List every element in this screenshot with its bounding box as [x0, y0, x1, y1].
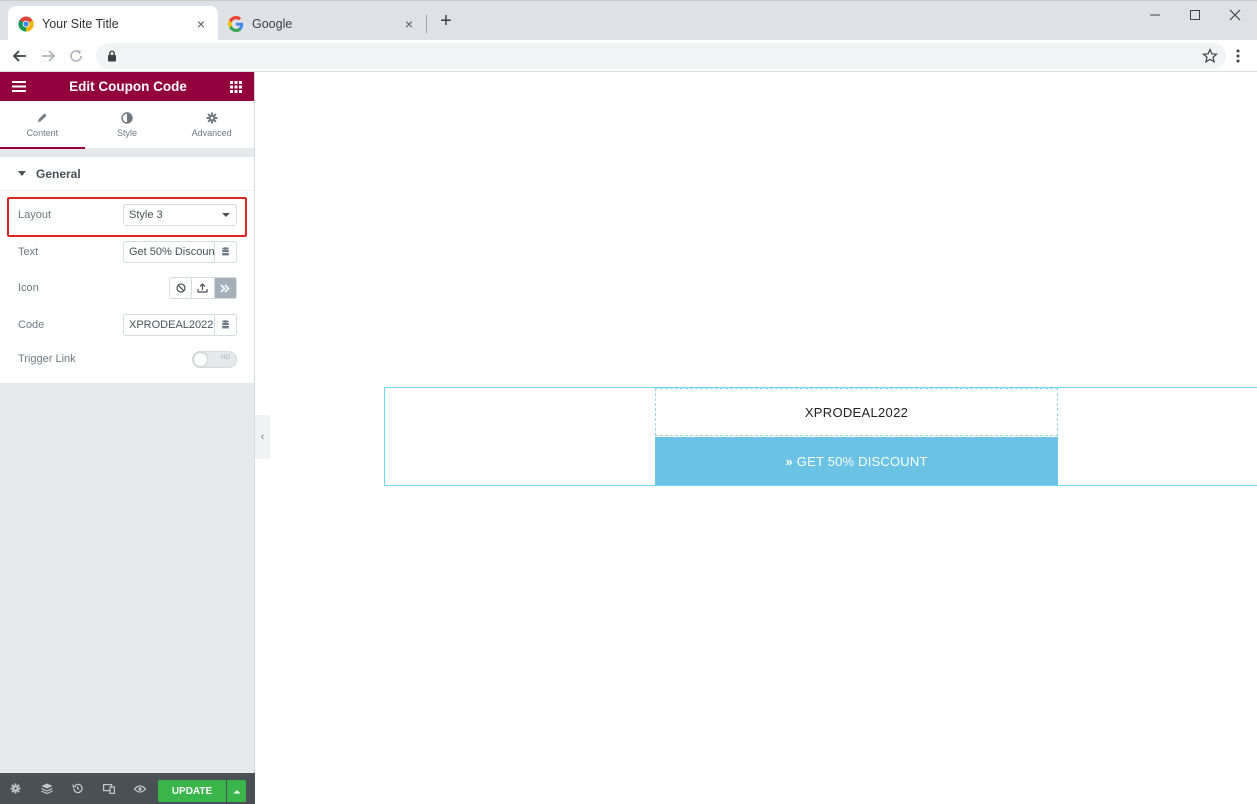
- no-icon-option[interactable]: [170, 278, 193, 299]
- text-input[interactable]: Get 50% Discount: [123, 240, 237, 263]
- input-value: Get 50% Discount: [129, 245, 214, 258]
- control-label: Icon: [18, 282, 39, 295]
- control-trigger-link: Trigger Link NO: [0, 343, 254, 375]
- update-button[interactable]: UPDATE: [158, 780, 226, 802]
- browser-toolbar: [0, 40, 1257, 72]
- icon-chooser: [169, 277, 237, 300]
- ban-icon: [176, 283, 186, 293]
- control-label: Layout: [18, 209, 52, 222]
- icon-library-option[interactable]: [214, 278, 236, 299]
- dynamic-tags-icon[interactable]: [214, 241, 236, 262]
- lock-icon: [108, 50, 116, 62]
- dropdown-arrow-icon: [222, 213, 230, 218]
- chevron-double-right-icon: [220, 284, 230, 293]
- coupon-reveal-button[interactable]: » GET 50% DISCOUNT: [655, 437, 1058, 485]
- control-label: Text: [18, 245, 39, 258]
- history-icon[interactable]: [62, 773, 93, 804]
- tab-content[interactable]: Content: [0, 101, 85, 149]
- control-label: Trigger Link: [18, 353, 76, 365]
- address-bar[interactable]: [96, 43, 1226, 69]
- select-value: Style 3: [129, 209, 163, 222]
- collapse-panel-handle[interactable]: ‹: [255, 415, 270, 459]
- panel-footer: UPDATE: [0, 773, 255, 804]
- general-section: General Layout Style 3 Text Get 50% Disc…: [0, 157, 254, 383]
- pencil-icon: [38, 113, 47, 122]
- preview-eye-icon[interactable]: [124, 773, 155, 804]
- section-toggle-general[interactable]: General: [0, 157, 254, 191]
- caret-down-icon: [18, 171, 26, 176]
- back-arrow-icon[interactable]: [10, 46, 30, 66]
- close-window-icon[interactable]: [1226, 7, 1244, 23]
- google-icon: [228, 15, 244, 32]
- toggle-label: NO: [221, 354, 230, 361]
- tab-title: Google: [252, 16, 293, 31]
- coupon-button-label: GET 50% DISCOUNT: [796, 453, 928, 469]
- navigator-layers-icon[interactable]: [31, 773, 62, 804]
- control-label: Code: [18, 318, 45, 331]
- tab-style[interactable]: Style: [85, 101, 170, 148]
- control-layout: Layout Style 3: [0, 197, 254, 234]
- control-text: Text Get 50% Discount: [0, 234, 254, 271]
- editor-panel: Edit Coupon Code Content Style Advanced: [0, 72, 255, 804]
- settings-gear-icon[interactable]: [0, 773, 31, 804]
- control-code: Code XPRODEAL2022: [0, 307, 254, 344]
- tab-label: Style: [117, 127, 138, 138]
- control-icon: Icon: [0, 270, 254, 307]
- tab-close-icon[interactable]: ×: [194, 16, 208, 32]
- panel-gap: [0, 149, 254, 157]
- tab-close-icon[interactable]: ×: [402, 16, 416, 32]
- widgets-grid-icon[interactable]: [229, 80, 242, 93]
- input-value: XPRODEAL2022: [129, 318, 214, 331]
- maximize-icon[interactable]: [1186, 7, 1204, 23]
- section-title: General: [36, 166, 81, 181]
- reload-icon[interactable]: [66, 46, 86, 66]
- tab-label: Content: [26, 127, 59, 138]
- chevron-double-right-icon: »: [785, 453, 793, 469]
- save-options-caret-icon[interactable]: [227, 780, 246, 802]
- responsive-mode-icon[interactable]: [93, 773, 124, 804]
- browser-tabstrip: Your Site Title × Google × +: [0, 0, 1257, 41]
- upload-icon: [197, 283, 209, 293]
- tab-separator: [426, 15, 427, 33]
- tab-label: Advanced: [191, 127, 232, 138]
- panel-header: Edit Coupon Code: [0, 72, 254, 101]
- new-tab-button[interactable]: +: [436, 11, 456, 31]
- panel-title: Edit Coupon Code: [69, 79, 187, 94]
- tab-advanced[interactable]: Advanced: [169, 101, 254, 148]
- minimize-icon[interactable]: [1146, 7, 1164, 23]
- coupon-code-box[interactable]: XPRODEAL2022: [655, 388, 1058, 436]
- hamburger-menu-icon[interactable]: [12, 81, 26, 92]
- gear-icon: [206, 112, 218, 123]
- panel-tabs: Content Style Advanced: [0, 101, 254, 149]
- tab-title: Your Site Title: [42, 16, 119, 31]
- forward-arrow-icon[interactable]: [38, 46, 58, 66]
- trigger-link-toggle[interactable]: NO: [192, 350, 237, 368]
- tab-your-site-title[interactable]: Your Site Title ×: [8, 6, 218, 41]
- toggle-knob: [194, 352, 207, 366]
- dynamic-tags-icon[interactable]: [214, 314, 236, 335]
- tab-google[interactable]: Google ×: [218, 6, 426, 41]
- chrome-icon: [18, 16, 34, 32]
- upload-svg-option[interactable]: [192, 278, 215, 299]
- browser-menu-icon[interactable]: [1228, 46, 1248, 66]
- layout-select[interactable]: Style 3: [123, 204, 237, 227]
- controls-list: Layout Style 3 Text Get 50% Discount Ico…: [0, 191, 254, 383]
- code-input[interactable]: XPRODEAL2022: [123, 313, 237, 336]
- contrast-icon: [121, 111, 133, 124]
- star-icon[interactable]: [1202, 48, 1218, 64]
